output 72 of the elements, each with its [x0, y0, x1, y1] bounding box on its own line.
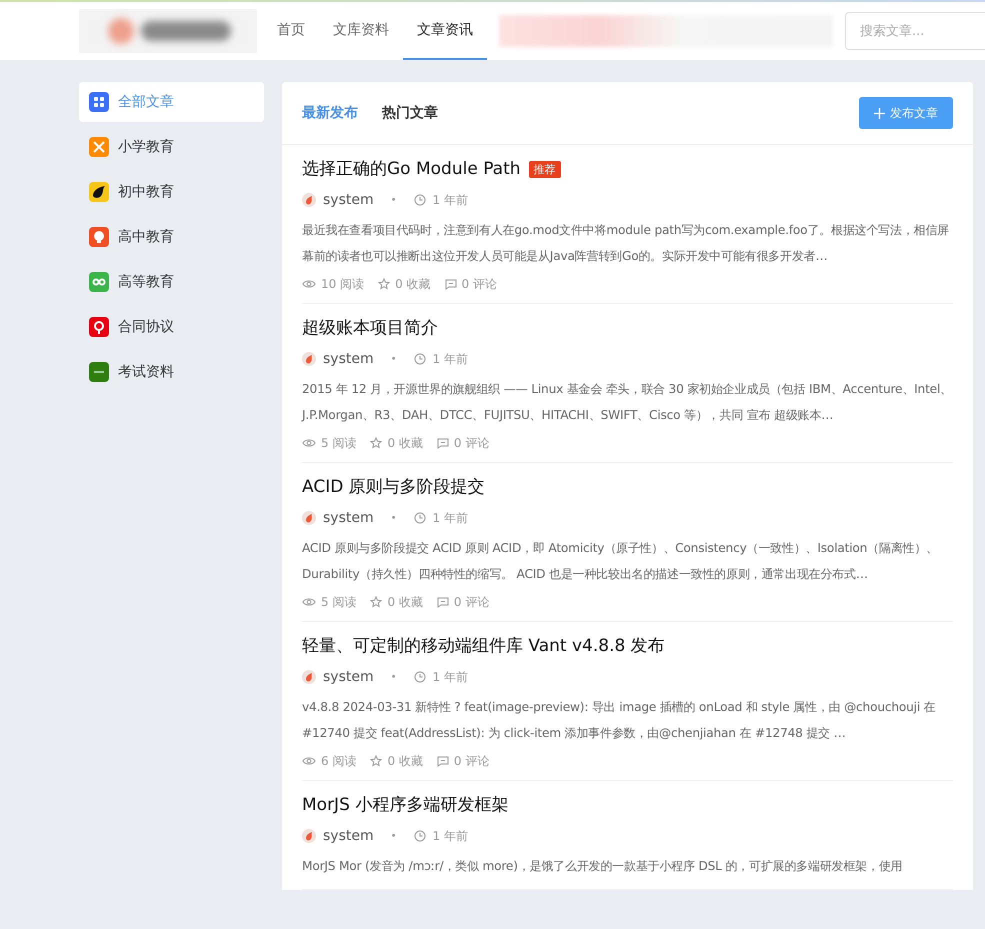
article-title[interactable]: 超级账本项目简介 [302, 316, 438, 340]
article-excerpt: v4.8.8 2024-03-31 新特性 ? feat(image-preview): 导出 image 插槽的 onLoad 和 style 属性，由 @chouchouji 在 #12740 提交 feat(AddressList): 为 click-item 添加事件参数，由@chenjiahan 在 #12748 提交 … [302, 699, 937, 742]
view-count: 5 阅读 [321, 434, 356, 452]
separator-dot: • [390, 830, 397, 842]
eye-icon [302, 756, 316, 766]
favorite-count: 0 收藏 [387, 434, 423, 452]
eye-icon [302, 597, 316, 607]
favorite-count: 0 收藏 [395, 276, 431, 292]
comment-icon [444, 278, 457, 290]
article-title[interactable]: MorJS 小程序多端研发框架 [302, 793, 508, 817]
article-title[interactable]: ACID 原则与多阶段提交 [302, 475, 485, 499]
clock-icon [414, 353, 426, 365]
separator-dot: • [390, 354, 397, 364]
publish-time: 1 年前 [432, 350, 468, 368]
view-count: 5 阅读 [321, 594, 356, 610]
clock-icon [414, 830, 426, 842]
nav-tab[interactable]: 文章资讯 [403, 2, 487, 60]
author-name[interactable]: system [323, 510, 374, 526]
publish-time: 1 年前 [432, 192, 468, 208]
avatar-icon [302, 670, 316, 684]
favorite-count: 0 收藏 [387, 594, 423, 610]
publish-time: 1 年前 [432, 828, 468, 844]
avatar-icon [302, 511, 316, 525]
plus-icon [874, 108, 885, 118]
recommend-badge: 推荐 [528, 160, 561, 178]
separator-dot: • [390, 194, 397, 206]
publish-time: 1 年前 [432, 668, 468, 686]
star-icon [370, 596, 382, 608]
favorite-count: 0 收藏 [387, 752, 423, 770]
publish-time: 1 年前 [432, 510, 468, 526]
clock-icon [414, 671, 426, 683]
clock-icon [414, 194, 426, 206]
nav-tab[interactable]: 文库资料 [319, 2, 403, 60]
view-count: 6 阅读 [321, 752, 356, 770]
author-name[interactable]: system [323, 828, 374, 844]
avatar-icon [302, 352, 316, 366]
comment-count: 0 评论 [454, 434, 490, 452]
star-icon [378, 278, 390, 290]
avatar-icon [302, 193, 316, 207]
article-title[interactable]: 轻量、可定制的移动端组件库 Vant v4.8.8 发布 [302, 634, 665, 658]
search-field[interactable]: 搜索文章... [845, 12, 985, 50]
star-icon [370, 437, 382, 449]
avatar-icon [302, 829, 316, 843]
author-name[interactable]: system [323, 192, 374, 208]
comment-count: 0 评论 [462, 276, 497, 292]
sidebar-item[interactable]: 高中教育 [79, 217, 264, 257]
star-icon [370, 755, 382, 767]
comment-count: 0 评论 [454, 752, 490, 770]
author-name[interactable]: system [323, 351, 374, 367]
article-excerpt: 2015 年 12 月，开源世界的旗舰组织 —— Linux 基金会 牵头，联合 30 家初始企业成员（包括 IBM、Accenture、Intel、J.P.Morgan、R3、DAH、DTCC、FUJITSU、HITACHI、SWIFT、Cisco 等），共同 宣布 超级账本… [302, 381, 953, 424]
sidebar-item[interactable]: 考试资料 [79, 352, 264, 392]
article-excerpt: MorJS Mor (发音为 /mɔːr/，类似 more)，是饿了么开发的一款基于小程序 DSL 的，可扩展的多端研发框架，使用 [302, 858, 904, 875]
article-title[interactable]: 选择正确的Go Module Path [302, 157, 521, 181]
comment-icon [436, 756, 449, 766]
sidebar-item[interactable]: 初中教育 [79, 172, 264, 212]
separator-dot: • [390, 512, 397, 524]
separator-dot: • [390, 672, 397, 682]
nav-tab[interactable]: 首页 [263, 2, 319, 60]
comment-icon [436, 596, 449, 608]
comment-count: 0 评论 [454, 594, 490, 610]
article-excerpt: ACID 原则与多阶段提交 ACID 原则 ACID，即 Atomicity（原子性）、Consistency（一致性）、Isolation（隔离性）、Durability（持久性）四种特性的缩写。 ACID 也是一种比较出名的描述一致性的原则，通常出现在分布式… [302, 540, 939, 583]
eye-icon [302, 438, 316, 448]
sidebar-item[interactable]: 小学教育 [79, 127, 264, 167]
view-count: 10 阅读 [321, 276, 364, 292]
sidebar-item[interactable]: 合同协议 [79, 307, 264, 347]
author-name[interactable]: system [323, 669, 374, 685]
eye-icon [302, 279, 316, 289]
clock-icon [414, 512, 426, 524]
comment-icon [436, 438, 449, 448]
article-excerpt: 最近我在查看项目代码时，注意到有人在go.mod文件中将module path写为com.example.foo了。根据这个写法，相信屏幕前的读者也可以推断出这位开发人员可能是从Java阵营转到Go的。实际开发中可能有很多开发者… [302, 222, 950, 265]
sidebar-item[interactable]: 高等教育 [79, 262, 264, 302]
tab[interactable]: 热门文章 [382, 104, 438, 122]
